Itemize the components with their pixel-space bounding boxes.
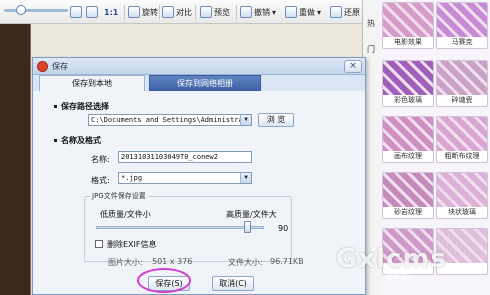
undo-button[interactable]: 撤销 ▾ <box>240 4 276 20</box>
restore-button[interactable]: 还原 <box>330 4 360 20</box>
dialog-titlebar[interactable]: 保存 × <box>33 58 365 75</box>
effect-label: 彩色玻璃 <box>383 95 433 106</box>
path-section-label: 保存路径选择 <box>61 102 109 111</box>
effect-thumb[interactable]: 块状玻璃 <box>436 172 488 219</box>
file-size-value: 96.71KB <box>270 257 304 266</box>
effect-preview <box>437 3 487 39</box>
close-button[interactable]: × <box>344 60 362 73</box>
zoom-slider-knob[interactable] <box>16 5 26 15</box>
toolbar-divider <box>124 5 125 19</box>
effect-preview <box>383 117 433 153</box>
contrast-button[interactable]: 对比 <box>162 4 192 20</box>
effect-thumb[interactable]: 砂岩纹理 <box>382 172 434 219</box>
toolbar-divider <box>195 5 196 19</box>
side-tab-hot[interactable]: 热 <box>367 18 375 29</box>
name-label: 名称: <box>91 155 110 164</box>
fit-icon <box>86 6 98 18</box>
effect-label: 粗断布纹理 <box>437 151 487 162</box>
remove-exif-checkbox[interactable] <box>95 240 103 248</box>
quality-slider-knob[interactable] <box>244 221 252 233</box>
effect-thumb[interactable]: 马赛克 <box>436 2 488 49</box>
browse-button[interactable]: 浏 览 <box>258 113 294 127</box>
effect-label: 块状玻璃 <box>437 207 487 218</box>
effect-thumb[interactable]: 彩色玻璃 <box>382 60 434 107</box>
name-section-label: 名称及格式 <box>61 136 101 145</box>
highlight-circle <box>137 268 191 293</box>
preview-button[interactable]: 预览 <box>200 4 230 20</box>
undo-label: 撤销 <box>254 7 270 17</box>
effect-thumb[interactable]: 碎塘瓷 <box>436 60 488 107</box>
name-section-title: 名称及格式 <box>54 135 101 146</box>
high-quality-label: 高质量/文件大 <box>226 210 277 219</box>
redo-label: 重做 <box>299 7 315 17</box>
zoom-slider-track[interactable] <box>4 9 68 12</box>
actual-size-button[interactable]: 1:1 <box>104 4 118 20</box>
remove-exif-label: 删除EXIF信息 <box>107 240 157 249</box>
file-size-label: 文件大小: <box>228 258 263 267</box>
watermark-subtext: 脚本之家 <box>386 273 414 281</box>
side-tab-door[interactable]: 门 <box>367 44 375 55</box>
editor-toolbar: 1:1 旋转 对比 预览 撤销 ▾ 重做 ▾ 还原 <box>0 0 362 24</box>
effect-preview <box>437 117 487 153</box>
undo-icon <box>240 6 252 18</box>
jpg-settings-title: JPG文件保存设置 <box>90 191 148 201</box>
effect-thumb[interactable]: 电影效果 <box>382 2 434 49</box>
effect-label: 电影效果 <box>383 37 433 48</box>
chevron-down-icon[interactable]: ▼ <box>240 115 251 125</box>
save-path-value: C:\Documents and Settings\Administrator\ <box>91 116 252 124</box>
effect-label: 画布纹理 <box>383 151 433 162</box>
tab-save-local[interactable]: 保存到本地 <box>39 75 145 91</box>
contrast-icon <box>162 6 174 18</box>
format-label: 格式: <box>91 176 110 185</box>
toolbar-divider <box>236 5 237 19</box>
redo-button[interactable]: 重做 ▾ <box>285 4 321 20</box>
rotate-icon <box>128 6 140 18</box>
image-size-value: 501 x 376 <box>152 257 193 266</box>
effect-preview <box>383 61 433 97</box>
bullet-icon <box>54 139 57 142</box>
image-size-label: 图片大小: <box>108 258 143 267</box>
effect-preview <box>437 61 487 97</box>
bullet-icon <box>54 105 57 108</box>
dialog-title: 保存 <box>52 62 68 71</box>
format-select[interactable]: *.jpg ▼ <box>118 172 252 184</box>
jpg-settings-group <box>84 196 292 262</box>
chevron-down-icon[interactable]: ▼ <box>240 173 251 183</box>
zoom-in-icon <box>70 6 82 18</box>
restore-label: 还原 <box>344 7 360 17</box>
effect-label: 碎塘瓷 <box>437 95 487 106</box>
quality-slider-track[interactable] <box>96 226 264 229</box>
rotate-button[interactable]: 旋转 <box>128 4 158 20</box>
redo-icon <box>285 6 297 18</box>
save-path-field[interactable]: C:\Documents and Settings\Administrator\… <box>88 114 252 126</box>
restore-icon <box>330 6 342 18</box>
effect-label: 砂岩纹理 <box>383 207 433 218</box>
cancel-button[interactable]: 取消(C) <box>212 276 254 291</box>
chevron-down-icon[interactable]: ▾ <box>317 8 321 17</box>
dark-edge <box>0 24 30 295</box>
effect-thumb[interactable]: 画布纹理 <box>382 116 434 163</box>
effect-preview <box>383 173 433 209</box>
zoom-in-button[interactable] <box>70 4 82 20</box>
dialog-tabs: 保存到本地 保存到网络相册 <box>33 75 365 91</box>
tab-save-online-album[interactable]: 保存到网络相册 <box>149 75 261 91</box>
effect-label: 马赛克 <box>437 37 487 48</box>
toolbar-divider <box>159 5 160 19</box>
fit-button[interactable] <box>86 4 98 20</box>
effect-preview <box>383 3 433 39</box>
effect-thumb[interactable]: 粗断布纹理 <box>436 116 488 163</box>
chevron-down-icon[interactable]: ▾ <box>272 8 276 17</box>
format-value: *.jpg <box>121 174 143 182</box>
app-icon <box>37 61 48 72</box>
preview-icon <box>200 6 212 18</box>
contrast-label: 对比 <box>176 7 192 17</box>
file-name-input[interactable]: 20131031103049T0_conew2 <box>118 151 252 163</box>
path-section-title: 保存路径选择 <box>54 101 109 112</box>
rotate-label: 旋转 <box>142 7 158 17</box>
watermark-logo: Gxlcms <box>336 244 448 274</box>
preview-label: 预览 <box>214 7 230 17</box>
low-quality-label: 低质量/文件小 <box>100 210 151 219</box>
effect-preview <box>437 173 487 209</box>
quality-value: 90 <box>278 224 289 233</box>
